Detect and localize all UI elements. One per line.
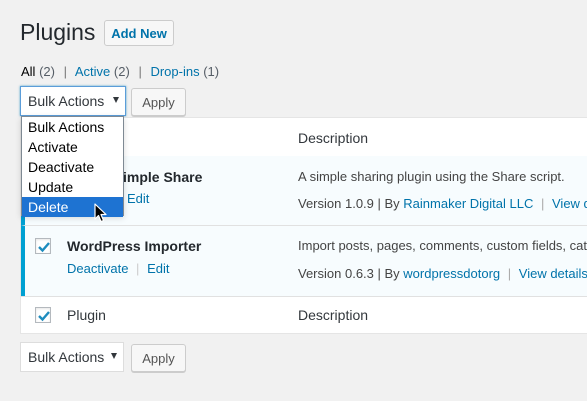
separator: | (63, 64, 67, 79)
column-description-header[interactable]: Description (298, 130, 368, 146)
column-description-footer[interactable]: Description (298, 307, 368, 323)
option-deactivate[interactable]: Deactivate (22, 157, 123, 177)
bulk-actions-dropdown: Bulk Actions Activate Deactivate Update … (21, 116, 124, 217)
separator: | (138, 64, 142, 79)
select-all-checkbox[interactable] (35, 307, 51, 323)
table-footer: Plugin Description (21, 296, 587, 333)
version-text: Version 1.0.9 | By (298, 196, 400, 211)
separator: | (136, 261, 140, 276)
option-bulk-actions[interactable]: Bulk Actions (22, 117, 123, 137)
plugin-name: WordPress Importer (67, 238, 202, 254)
chevron-down-icon (111, 353, 117, 359)
page-title: Plugins (20, 19, 96, 45)
author-link[interactable]: Rainmaker Digital LLC (403, 196, 533, 211)
row-checkbox[interactable] (35, 238, 51, 254)
view-details-link[interactable]: View details (519, 266, 587, 281)
author-link[interactable]: wordpressdotorg (403, 266, 500, 281)
option-update[interactable]: Update (22, 177, 123, 197)
separator: | (540, 196, 545, 211)
add-new-button[interactable]: Add New (104, 20, 174, 46)
separator: | (507, 266, 512, 281)
plugin-name: imple Share (123, 169, 203, 185)
filter-links: All (2) | Active (2) | Drop-ins (1) (21, 64, 219, 79)
bulk-actions-select-top[interactable]: Bulk Actions (20, 86, 126, 116)
filter-active[interactable]: Active (75, 64, 110, 79)
plugin-description: A simple sharing plugin using the Share … (298, 169, 565, 184)
row-actions: Edit (127, 191, 149, 206)
bulk-actions-value: Bulk Actions (28, 349, 105, 365)
plugin-meta: Version 1.0.9 | By Rainmaker Digital LLC… (298, 196, 587, 211)
filter-dropins[interactable]: Drop-ins (150, 64, 199, 79)
bulk-actions-select-bottom[interactable]: Bulk Actions (20, 342, 124, 372)
apply-button-top[interactable]: Apply (131, 88, 186, 116)
edit-link[interactable]: Edit (127, 191, 149, 206)
bulk-actions-value: Bulk Actions (28, 93, 105, 109)
plugin-meta: Version 0.6.3 | By wordpressdotorg | Vie… (298, 266, 587, 281)
chevron-down-icon (113, 97, 119, 103)
option-activate[interactable]: Activate (22, 137, 123, 157)
table-row: WordPress Importer Deactivate | Edit Imp… (21, 226, 587, 297)
column-plugin-footer[interactable]: Plugin (67, 307, 106, 323)
checkmark-icon (38, 242, 50, 253)
version-text: Version 0.6.3 | By (298, 266, 400, 281)
mouse-cursor-icon (94, 203, 107, 223)
row-actions: Deactivate | Edit (67, 261, 169, 276)
apply-button-bottom[interactable]: Apply (131, 344, 186, 372)
filter-all[interactable]: All (21, 64, 35, 79)
view-details-link[interactable]: View deta (552, 196, 587, 211)
deactivate-link[interactable]: Deactivate (67, 261, 128, 276)
filter-active-count: (2) (113, 64, 130, 79)
edit-link[interactable]: Edit (147, 261, 169, 276)
checkmark-icon (38, 311, 50, 322)
plugin-description: Import posts, pages, comments, custom fi… (298, 238, 587, 253)
filter-dropins-count: (1) (203, 64, 220, 79)
filter-all-count: (2) (39, 64, 55, 79)
